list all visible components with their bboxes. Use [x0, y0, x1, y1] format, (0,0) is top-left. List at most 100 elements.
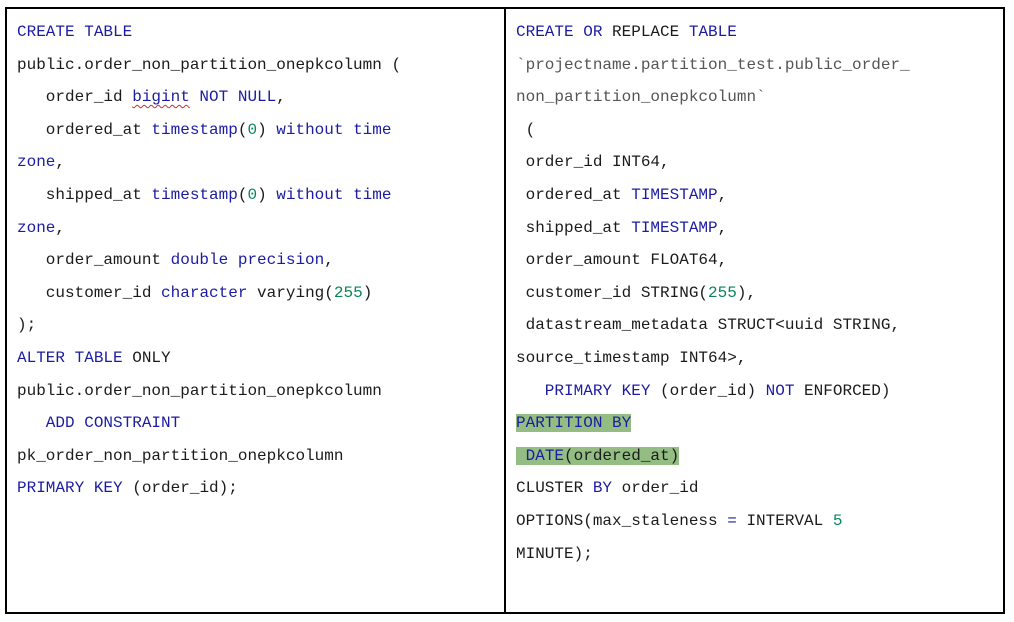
code-line: PARTITION BY [516, 410, 1003, 443]
code-line: pk_order_non_partition_onepkcolumn [17, 443, 504, 476]
code-token: ALTER TABLE [17, 348, 123, 367]
code-token: ( [237, 185, 248, 204]
code-token: ), [736, 283, 757, 302]
code-line: shipped_at TIMESTAMP, [516, 215, 1003, 248]
code-token: `projectname.partition_test.public_order… [516, 55, 910, 74]
code-line: `projectname.partition_test.public_order… [516, 52, 1003, 85]
code-token: 255 [333, 283, 363, 302]
code-token: OPTIONS(max_staleness [516, 511, 728, 530]
code-token: ENFORCED) [794, 381, 891, 400]
code-line: ( [516, 117, 1003, 150]
code-token: customer_id [17, 283, 162, 302]
code-line: ordered_at timestamp(0) without time [17, 117, 504, 150]
code-token: (order_id) [650, 381, 766, 400]
code-token: customer_id STRING( [516, 283, 709, 302]
code-line: ADD CONSTRAINT [17, 410, 504, 443]
code-line: CLUSTER BY order_id [516, 475, 1003, 508]
code-line: ALTER TABLE ONLY [17, 345, 504, 378]
code-line: zone, [17, 215, 504, 248]
code-token: = [727, 511, 737, 530]
code-line: customer_id STRING(255), [516, 280, 1003, 313]
code-token: order_amount FLOAT64, [516, 251, 728, 270]
code-line: order_amount double precision, [17, 247, 504, 280]
code-token: , [55, 153, 66, 172]
code-line: CREATE OR REPLACE TABLE [516, 19, 1003, 52]
code-token: pk_order_non_partition_onepkcolumn [17, 446, 344, 465]
code-line: non_partition_onepkcolumn` [516, 84, 1003, 117]
code-token: REPLACE [602, 23, 689, 41]
bigquery-ddl-cell: CREATE OR REPLACE TABLE `projectname.part… [506, 9, 1003, 612]
code-token: ) [257, 120, 277, 139]
code-token: ordered_at [516, 185, 632, 204]
code-line: order_id bigint NOT NULL, [17, 84, 504, 117]
code-token [516, 446, 526, 465]
code-token: varying( [247, 283, 334, 302]
code-line: shipped_at timestamp(0) without time [17, 182, 504, 215]
code-token: without time [276, 185, 392, 204]
code-token: TABLE [688, 23, 737, 41]
code-token: zone [17, 153, 56, 172]
code-token: TIMESTAMP [631, 218, 718, 237]
code-token: INTERVAL [736, 511, 833, 530]
code-token: without time [276, 120, 392, 139]
code-line: customer_id character varying(255) [17, 280, 504, 313]
code-token: public.order_non_partition_onepkcolumn [17, 381, 382, 400]
code-token: ( [237, 120, 248, 139]
code-token: (order_id); [122, 479, 238, 498]
code-token: , [717, 218, 728, 237]
comparison-table: CREATE TABLE public.order_non_partition_o… [5, 7, 1005, 614]
code-token: 5 [832, 511, 843, 530]
code-line: CREATE TABLE [17, 19, 504, 52]
code-token: PRIMARY KEY [516, 381, 651, 400]
code-token: non_partition_onepkcolumn` [516, 88, 766, 107]
code-line: OPTIONS(max_staleness = INTERVAL 5 [516, 508, 1003, 541]
code-token: 255 [708, 283, 737, 302]
code-token: source_timestamp INT64>, [516, 348, 747, 367]
code-token: ADD CONSTRAINT [17, 414, 181, 433]
code-token: 0 [247, 185, 258, 204]
code-token: , [55, 218, 66, 237]
postgres-ddl-code: CREATE TABLE public.order_non_partition_o… [17, 19, 504, 508]
code-token: CREATE OR [516, 23, 603, 41]
code-token: MINUTE); [516, 544, 593, 563]
code-token: ONLY [122, 348, 171, 367]
code-line: public.order_non_partition_onepkcolumn [17, 378, 504, 411]
code-line: ); [17, 312, 504, 345]
code-line: PRIMARY KEY (order_id) NOT ENFORCED) [516, 378, 1003, 411]
code-token: ordered_at [17, 120, 152, 139]
code-token: DATE [525, 446, 565, 465]
code-token: shipped_at [516, 218, 632, 237]
code-token: zone [17, 218, 56, 237]
code-token: NOT NULL [189, 88, 277, 107]
code-line: DATE(ordered_at) [516, 443, 1003, 476]
code-token: timestamp [151, 185, 238, 204]
postgres-ddl-cell: CREATE TABLE public.order_non_partition_o… [7, 9, 506, 612]
code-line: zone, [17, 149, 504, 182]
code-token: order_id [17, 88, 133, 107]
code-line: order_id INT64, [516, 149, 1003, 182]
code-token: CREATE TABLE [17, 23, 133, 41]
code-token: PRIMARY KEY [17, 479, 123, 498]
code-line: PRIMARY KEY (order_id); [17, 475, 504, 508]
code-token: CLUSTER [516, 479, 593, 498]
code-token: ) [257, 185, 277, 204]
code-token: shipped_at [17, 185, 152, 204]
code-token: order_id INT64, [516, 153, 670, 172]
code-line: ordered_at TIMESTAMP, [516, 182, 1003, 215]
code-token: double precision [170, 251, 325, 270]
bigquery-ddl-code: CREATE OR REPLACE TABLE `projectname.part… [516, 19, 1003, 573]
code-line: MINUTE); [516, 541, 1003, 574]
code-token: character [161, 283, 248, 302]
code-token: BY [592, 479, 613, 498]
code-token: order_id [612, 479, 699, 498]
code-token: PARTITION BY [516, 414, 632, 433]
code-token: ) [362, 283, 373, 302]
code-token: , [324, 251, 334, 270]
code-token: , [276, 88, 286, 107]
code-token: TIMESTAMP [631, 185, 718, 204]
code-token: NOT [765, 381, 795, 400]
code-token: order_amount [17, 251, 171, 270]
code-token: timestamp [151, 120, 238, 139]
code-token: (ordered_at) [564, 446, 680, 465]
code-line: order_amount FLOAT64, [516, 247, 1003, 280]
